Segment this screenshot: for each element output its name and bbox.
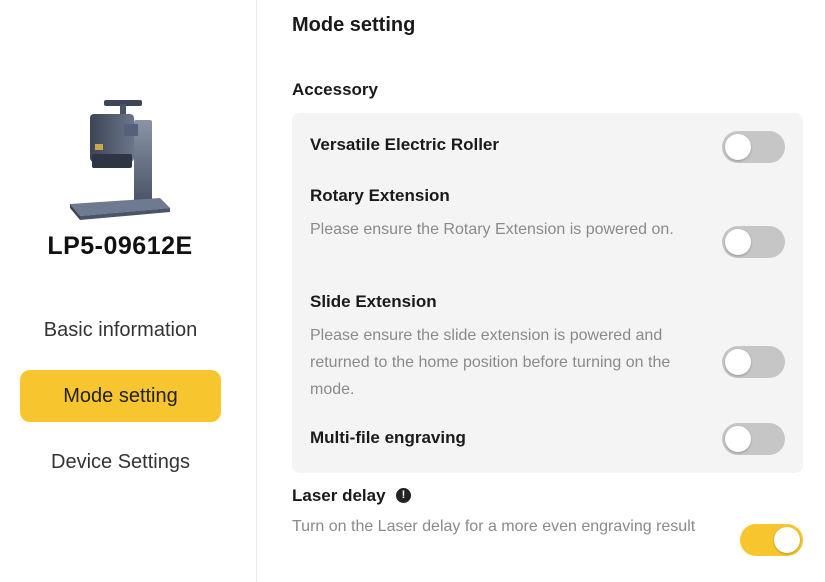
info-icon[interactable]: ! bbox=[396, 488, 411, 503]
laser-delay-toggle[interactable] bbox=[740, 524, 803, 556]
laser-delay-title: Laser delay bbox=[292, 486, 386, 505]
slide-extension-description: Please ensure the slide extension is pow… bbox=[310, 327, 671, 398]
toggle-knob bbox=[725, 426, 751, 452]
toggle-knob bbox=[774, 527, 800, 553]
sidebar: LP5-09612E Basic information Mode settin… bbox=[0, 0, 257, 582]
slide-extension-toggle[interactable] bbox=[722, 346, 785, 378]
toggle-knob bbox=[725, 349, 751, 375]
multi-file-engraving-title: Multi-file engraving bbox=[310, 428, 466, 447]
device-name: LP5-09612E bbox=[47, 232, 193, 260]
nav-device-settings[interactable]: Device Settings bbox=[20, 436, 221, 488]
nav-basic-information[interactable]: Basic information bbox=[20, 304, 221, 356]
toggle-knob bbox=[725, 229, 751, 255]
toggle-knob bbox=[725, 134, 751, 160]
rotary-extension-title: Rotary Extension bbox=[310, 186, 450, 205]
rotary-extension-toggle[interactable] bbox=[722, 226, 785, 258]
laser-engraver-image bbox=[70, 100, 170, 220]
main-panel: Mode setting Accessory Versatile Electri… bbox=[258, 0, 825, 582]
electric-roller-toggle[interactable] bbox=[722, 131, 785, 163]
laser-delay-description: Turn on the Laser delay for a more even … bbox=[292, 518, 696, 535]
accessory-section-title: Accessory bbox=[292, 80, 379, 99]
electric-roller-title: Versatile Electric Roller bbox=[310, 135, 499, 154]
page-title: Mode setting bbox=[292, 14, 416, 36]
nav-mode-setting[interactable]: Mode setting bbox=[20, 370, 221, 422]
multi-file-engraving-toggle[interactable] bbox=[722, 423, 785, 455]
accessory-card: Versatile Electric Roller Rotary Extensi… bbox=[292, 113, 803, 473]
slide-extension-title: Slide Extension bbox=[310, 292, 437, 311]
rotary-extension-description: Please ensure the Rotary Extension is po… bbox=[310, 221, 674, 238]
